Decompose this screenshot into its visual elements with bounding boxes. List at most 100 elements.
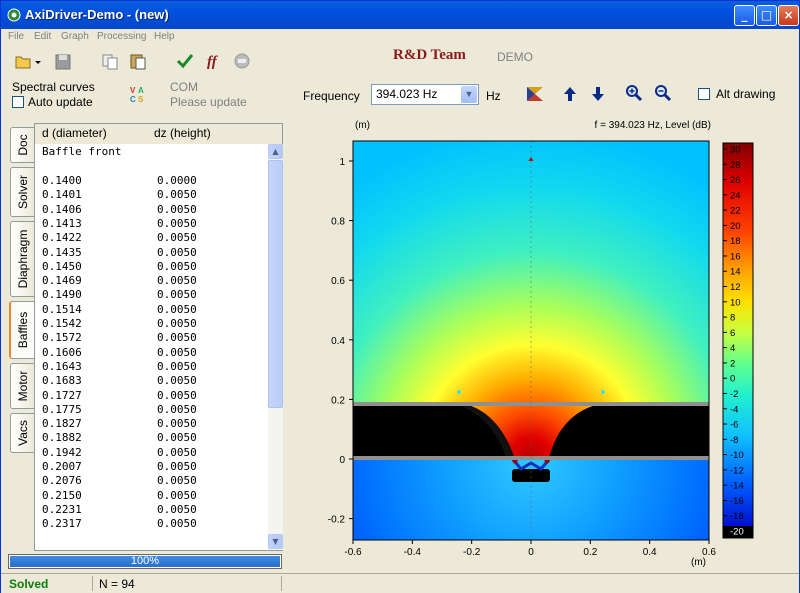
spectral-curves-label: Spectral curves bbox=[12, 80, 95, 94]
close-button[interactable]: × bbox=[778, 5, 799, 26]
table-row[interactable]: 0.1450 0.0050 bbox=[42, 260, 197, 274]
tab-baffles[interactable]: Baffles bbox=[9, 301, 35, 359]
tab-solver[interactable]: Solver bbox=[10, 167, 34, 217]
y-axis: 1 0.8 0.6 0.4 0.2 0 -0.2 bbox=[328, 157, 353, 526]
frequency-select[interactable]: 394.023 Hz ▼ bbox=[371, 84, 479, 105]
colorbar-tick-label: 22 bbox=[730, 206, 741, 217]
table-row[interactable]: 0.1401 0.0050 bbox=[42, 188, 197, 202]
scroll-thumb[interactable] bbox=[268, 160, 283, 408]
table-row[interactable]: 0.1514 0.0050 bbox=[42, 303, 197, 317]
tab-doc[interactable]: Doc bbox=[10, 127, 34, 163]
tab-vacs[interactable]: Vacs bbox=[10, 413, 34, 453]
zoom-out-icon[interactable] bbox=[654, 84, 672, 102]
height-cell: 0.0050 bbox=[157, 445, 197, 459]
colorbar-tick-label: -20 bbox=[730, 527, 744, 538]
menu-help[interactable]: Help bbox=[154, 31, 175, 42]
height-cell: 0.0050 bbox=[157, 216, 197, 230]
height-cell: 0.0050 bbox=[157, 502, 197, 516]
title-bar[interactable]: AxiDriver-Demo - (new) _ □ × bbox=[1, 1, 799, 29]
colorbar-tick-label: 28 bbox=[730, 160, 741, 171]
table-row[interactable]: 0.1542 0.0050 bbox=[42, 317, 197, 331]
tab-motor[interactable]: Motor bbox=[10, 363, 34, 409]
table-row[interactable]: 0.1727 0.0050 bbox=[42, 389, 197, 403]
palette-icon[interactable] bbox=[526, 85, 544, 103]
height-cell: 0.0050 bbox=[157, 288, 197, 302]
y-tick-label: 1 bbox=[339, 157, 345, 168]
section-title: Baffle front bbox=[42, 145, 122, 158]
save-icon[interactable] bbox=[54, 53, 72, 71]
table-row[interactable]: 0.2150 0.0050 bbox=[42, 488, 197, 503]
colorbar-tick-label: 0 bbox=[730, 374, 735, 385]
colorbar-tick-label: 20 bbox=[730, 221, 741, 232]
table-row[interactable]: 0.2076 0.0050 bbox=[42, 474, 197, 488]
table-row[interactable]: 0.1827 0.0050 bbox=[42, 417, 197, 431]
menu-edit[interactable]: Edit bbox=[34, 31, 51, 42]
chevron-down-icon[interactable]: ▼ bbox=[461, 86, 477, 103]
colorbar-tick-label: 16 bbox=[730, 251, 741, 262]
menu-graph[interactable]: Graph bbox=[61, 31, 89, 42]
table-row[interactable]: 0.1572 0.0050 bbox=[42, 331, 197, 345]
auto-update-checkbox[interactable] bbox=[12, 96, 24, 108]
scroll-up-icon[interactable]: ▲ bbox=[268, 144, 283, 159]
function-icon[interactable]: ff bbox=[205, 51, 223, 69]
diameter-cell: 0.1606 bbox=[42, 345, 82, 359]
alt-drawing-label[interactable]: Alt drawing bbox=[716, 87, 775, 101]
diameter-cell: 0.2150 bbox=[42, 488, 82, 502]
arrow-up-icon[interactable] bbox=[561, 85, 579, 103]
height-cell: 0.0050 bbox=[157, 231, 197, 245]
table-row[interactable]: 0.1942 0.0050 bbox=[42, 446, 197, 460]
arrow-down-icon[interactable] bbox=[589, 85, 607, 103]
table-row[interactable]: 0.1882 0.0050 bbox=[42, 431, 197, 445]
sound-field-plot[interactable]: (m) f = 394.023 Hz, Level (dB) -0.6 -0.4 -… bbox=[301, 113, 756, 573]
height-cell: 0.0050 bbox=[157, 245, 197, 259]
diameter-cell: 0.1490 bbox=[42, 288, 82, 302]
scroll-down-icon[interactable]: ▼ bbox=[268, 534, 283, 549]
colorbar-tick-label: 6 bbox=[730, 328, 735, 339]
height-cell: 0.0050 bbox=[157, 431, 197, 445]
y-tick-label: 0.4 bbox=[331, 336, 345, 347]
colorbar-tick-label: 2 bbox=[730, 358, 735, 369]
minimize-button[interactable]: _ bbox=[734, 5, 755, 26]
table-row[interactable]: 0.2007 0.0050 bbox=[42, 460, 197, 474]
list-scrollbar[interactable]: ▲ ▼ bbox=[268, 144, 283, 550]
table-row[interactable]: 0.1435 0.0050 bbox=[42, 246, 197, 260]
diameter-cell: 0.2317 bbox=[42, 517, 82, 531]
table-row[interactable]: 0.1775 0.0050 bbox=[42, 403, 197, 417]
zoom-in-icon[interactable] bbox=[625, 84, 643, 102]
table-row[interactable]: 0.1400 0.0000 bbox=[42, 174, 197, 188]
demo-label: DEMO bbox=[497, 50, 533, 64]
menu-file[interactable]: File bbox=[8, 31, 24, 42]
open-folder-icon[interactable] bbox=[15, 53, 43, 71]
colorbar-tick-label: 12 bbox=[730, 282, 741, 293]
maximize-button[interactable]: □ bbox=[756, 5, 777, 26]
table-row[interactable]: 0.2317 0.0050 bbox=[42, 517, 197, 531]
check-icon[interactable] bbox=[176, 52, 194, 70]
tab-diaphragm[interactable]: Diaphragm bbox=[10, 221, 34, 297]
diameter-cell: 0.1643 bbox=[42, 359, 82, 373]
table-row[interactable]: 0.1413 0.0050 bbox=[42, 216, 197, 231]
menu-bar: File Edit Graph Processing Help bbox=[1, 29, 799, 45]
colorbar-tick-label: 26 bbox=[730, 175, 741, 186]
settings-icon[interactable] bbox=[233, 52, 251, 70]
paste-icon[interactable] bbox=[129, 52, 147, 70]
baffle-list[interactable]: Baffle front 0.1400 0.0000 0.1401 0.0050 0.1… bbox=[36, 144, 268, 550]
table-row[interactable]: 0.1406 0.0050 bbox=[42, 203, 197, 217]
frequency-unit: Hz bbox=[486, 89, 501, 103]
window-title: AxiDriver-Demo - (new) bbox=[25, 7, 169, 22]
diameter-cell: 0.1413 bbox=[42, 216, 82, 230]
table-row[interactable]: 0.2231 0.0050 bbox=[42, 503, 197, 517]
colorbar-tick-label: -14 bbox=[730, 481, 744, 492]
table-row[interactable]: 0.1490 0.0050 bbox=[42, 288, 197, 302]
alt-drawing-checkbox[interactable] bbox=[698, 88, 710, 100]
auto-update-label[interactable]: Auto update bbox=[28, 95, 93, 109]
table-row[interactable]: 0.1469 0.0050 bbox=[42, 274, 197, 288]
table-row[interactable]: 0.1643 0.0050 bbox=[42, 359, 197, 374]
height-cell: 0.0050 bbox=[157, 345, 197, 359]
vacs-icon[interactable]: V A C S bbox=[129, 84, 149, 104]
menu-processing[interactable]: Processing bbox=[97, 31, 146, 42]
table-row[interactable]: 0.1606 0.0050 bbox=[42, 345, 197, 360]
copy-icon[interactable] bbox=[101, 53, 119, 71]
table-row[interactable]: 0.1683 0.0050 bbox=[42, 374, 197, 388]
table-row[interactable]: 0.1422 0.0050 bbox=[42, 231, 197, 245]
colorbar-tick-label: -2 bbox=[730, 389, 738, 400]
